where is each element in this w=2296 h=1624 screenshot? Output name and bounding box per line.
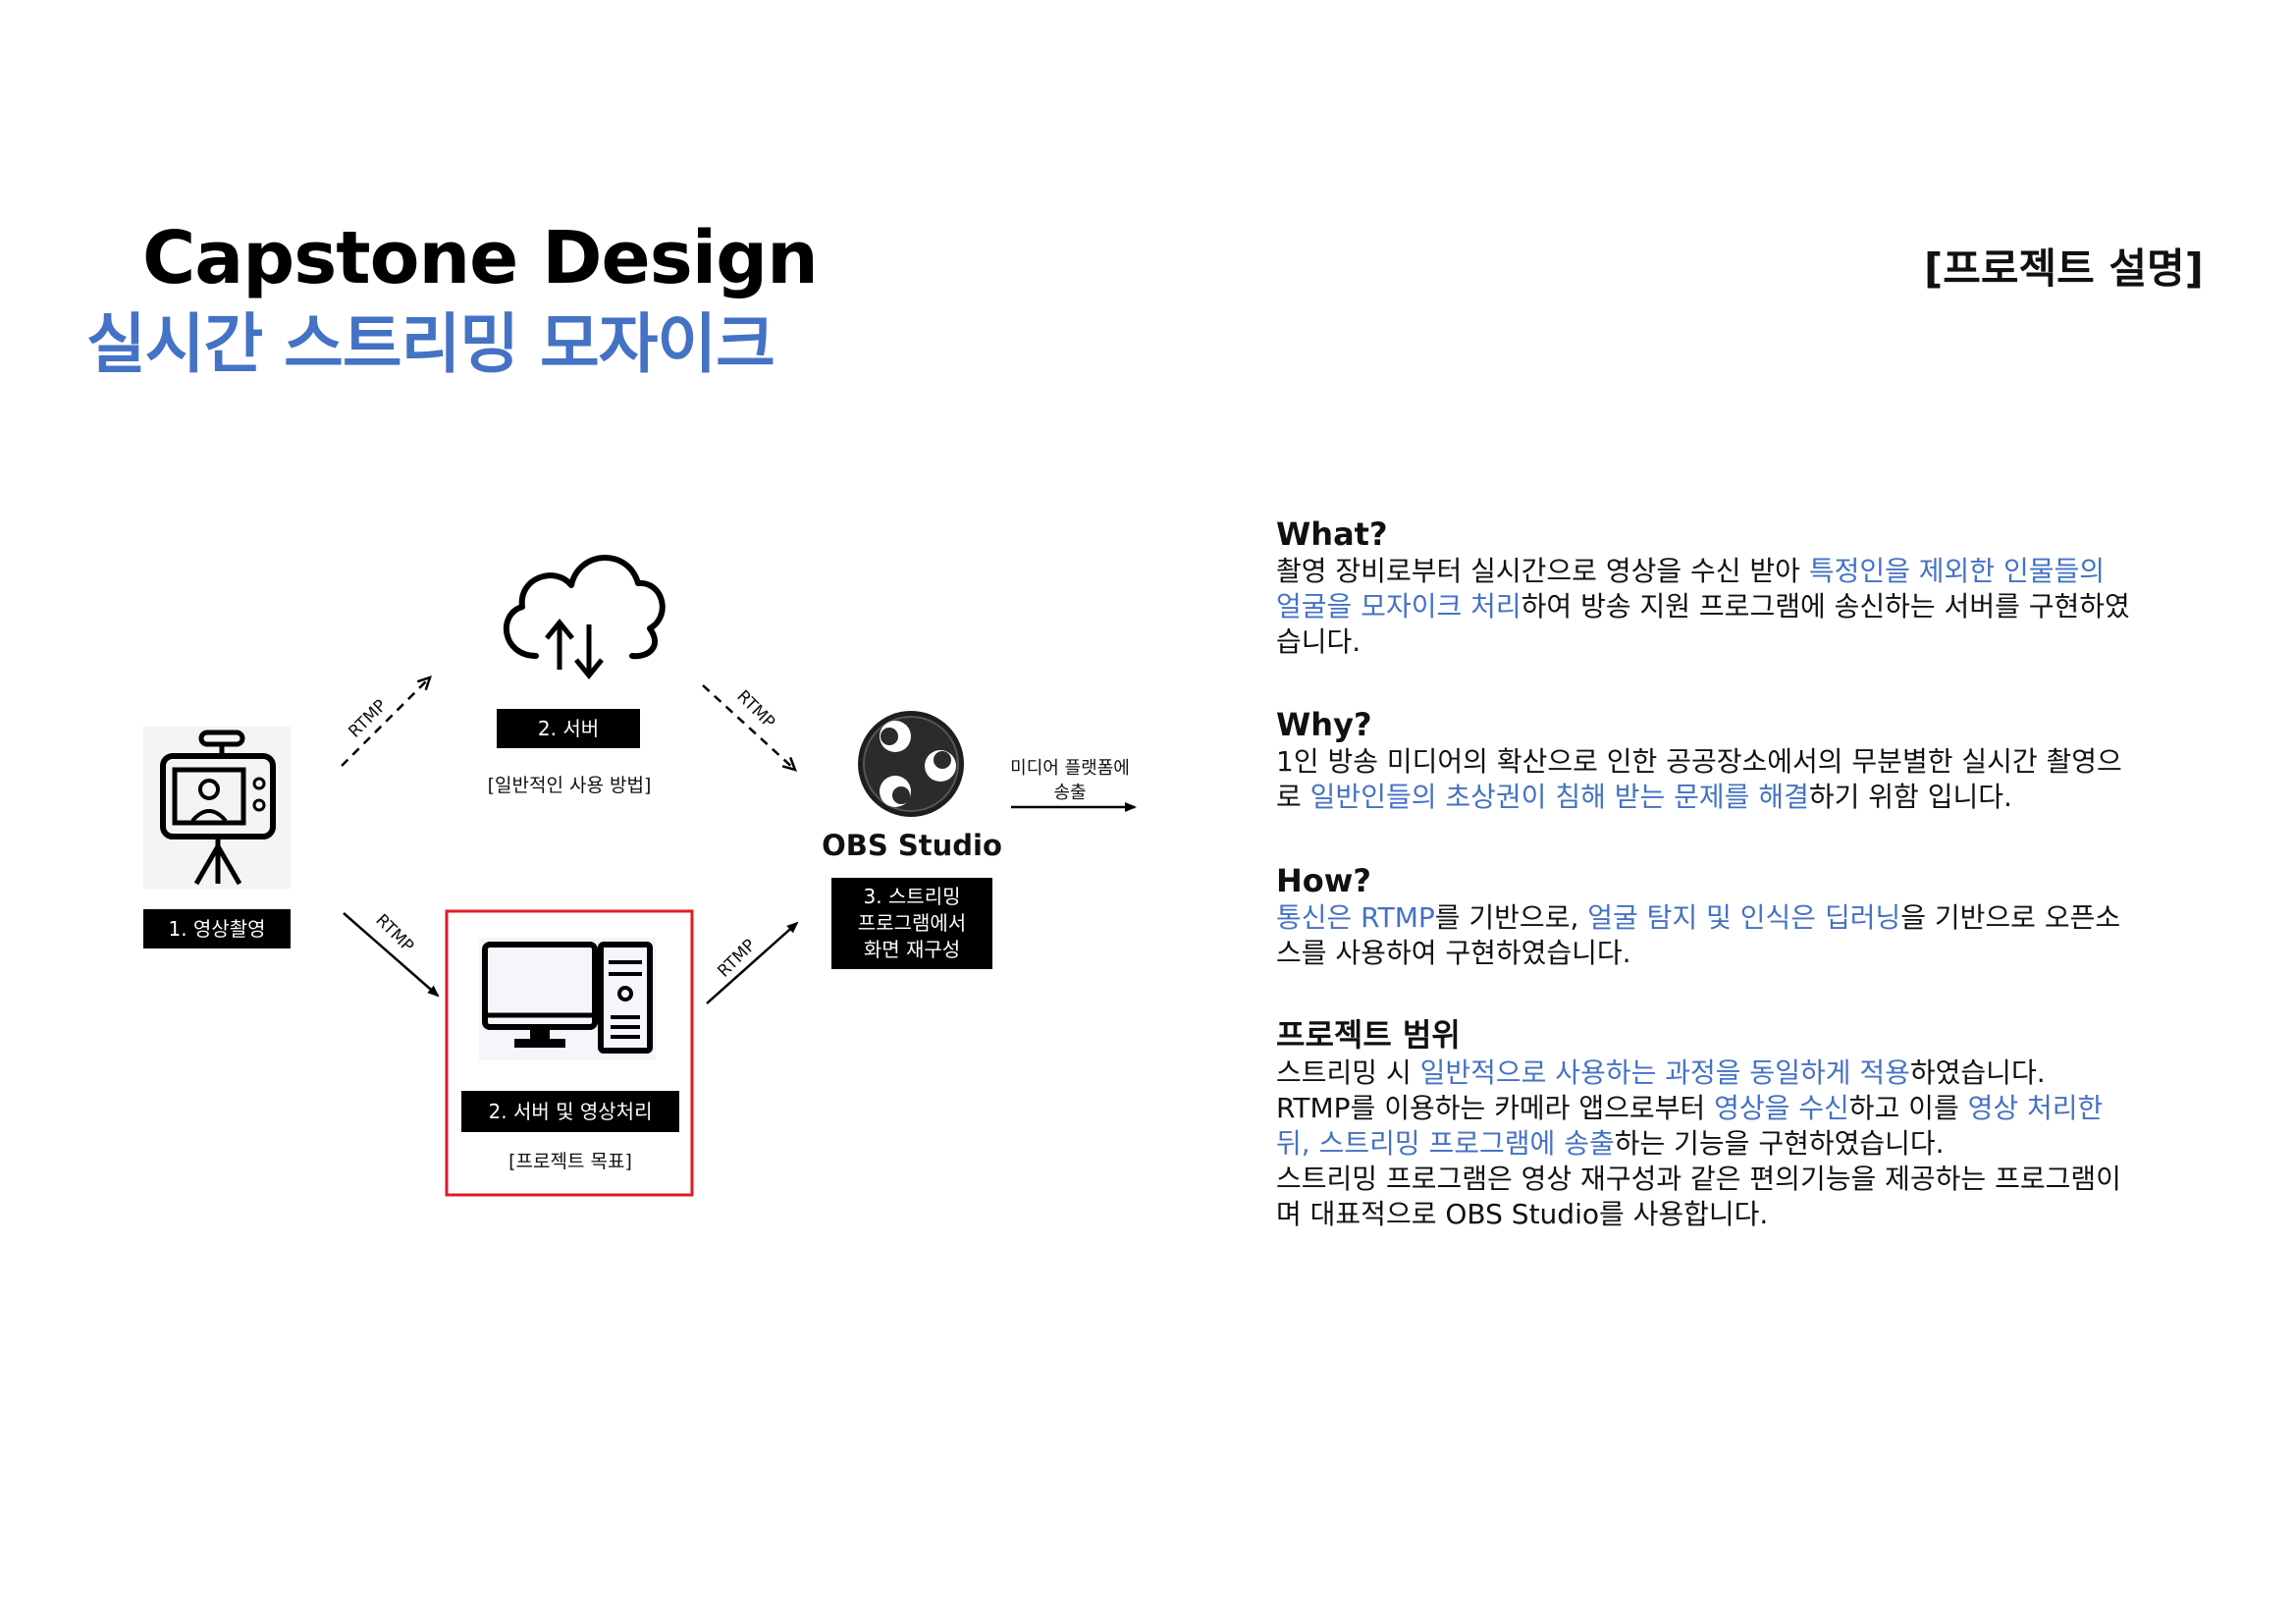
how-text-1: 를 기반으로, [1434, 901, 1588, 934]
scope-line-1: 스트리밍 시 일반적으로 사용하는 과정을 동일하게 적용하였습니다. [1276, 1056, 2130, 1091]
cloud-sync-icon [504, 555, 666, 679]
what-heading: What? [1276, 515, 1388, 553]
obs-name: OBS Studio [822, 829, 1002, 862]
output-label-line: 송출 [1053, 783, 1087, 803]
node-obs-label: 3. 스트리밍 프로그램에서 화면 재구성 [831, 878, 992, 969]
how-heading: How? [1276, 862, 1371, 899]
node-processing-label: 2. 서버 및 영상처리 [461, 1091, 679, 1132]
scope-heading: 프로젝트 범위 [1276, 1016, 1461, 1054]
scope-text-3: 하고 이를 [1848, 1092, 1968, 1124]
node-obs-label-line: 프로그램에서 [857, 911, 967, 935]
node-obs-label-line: 3. 스트리밍 [863, 885, 961, 908]
edge-label-rtmp-2: RTMP [732, 686, 778, 732]
why-body: 1인 방송 미디어의 확산으로 인한 공공장소에서의 무분별한 실시간 촬영으로… [1276, 744, 2130, 815]
why-heading: Why? [1276, 706, 1372, 743]
edge-label-rtmp-4: RTMP [714, 936, 760, 982]
node-processing-caption: [프로젝트 목표] [508, 1151, 632, 1172]
obs-logo-icon [858, 711, 964, 817]
edge-label-rtmp-1: RTMP [345, 696, 391, 742]
node-server-caption: [일반적인 사용 방법] [487, 775, 652, 796]
scope-highlight-2: 영상을 수신 [1714, 1092, 1849, 1124]
why-highlight: 일반인들의 초상권이 침해 받는 문제를 해결 [1309, 781, 1809, 813]
what-text-1: 촬영 장비로부터 실시간으로 영상을 수신 받아 [1276, 555, 1809, 587]
node-server-label: 2. 서버 [497, 709, 640, 748]
desktop-computer-icon [479, 938, 656, 1060]
why-text-2: 하기 위함 입니다. [1808, 781, 2012, 813]
scope-text-1: 하였습니다. [1909, 1056, 2046, 1089]
scope-text-2: RTMP를 이용하는 카메라 앱으로부터 [1276, 1092, 1715, 1124]
node-obs-label-line: 화면 재구성 [863, 938, 961, 961]
scope-line-3: 스트리밍 프로그램은 영상 재구성과 같은 편의기능을 제공하는 프로그램이며 … [1276, 1163, 2121, 1230]
how-highlight-1: 통신은 RTMP [1276, 901, 1435, 934]
edge-label-rtmp-3: RTMP [371, 910, 417, 956]
how-body: 통신은 RTMP를 기반으로, 얼굴 탐지 및 인식은 딥러닝을 기반으로 오픈… [1276, 900, 2130, 971]
output-label-line: 미디어 플랫폼에 [1010, 758, 1130, 779]
scope-text-4: 하는 기능을 구현하였습니다. [1614, 1127, 1945, 1160]
scope-highlight-1: 일반적으로 사용하는 과정을 동일하게 적용 [1419, 1056, 1910, 1089]
scope-text-0: 스트리밍 시 [1276, 1056, 1420, 1089]
output-label: 미디어 플랫폼에 송출 [991, 756, 1148, 805]
camera-tripod-icon [143, 727, 291, 889]
what-body: 촬영 장비로부터 실시간으로 영상을 수신 받아 특정인을 제외한 인물들의 얼… [1276, 554, 2130, 660]
how-highlight-2: 얼굴 탐지 및 인식은 딥러닝 [1587, 901, 1901, 934]
node-camera-label: 1. 영상촬영 [143, 909, 291, 948]
scope-line-2: RTMP를 이용하는 카메라 앱으로부터 영상을 수신하고 이를 영상 처리한 … [1276, 1091, 2130, 1162]
scope-body: 스트리밍 시 일반적으로 사용하는 과정을 동일하게 적용하였습니다. RTMP… [1276, 1056, 2130, 1232]
